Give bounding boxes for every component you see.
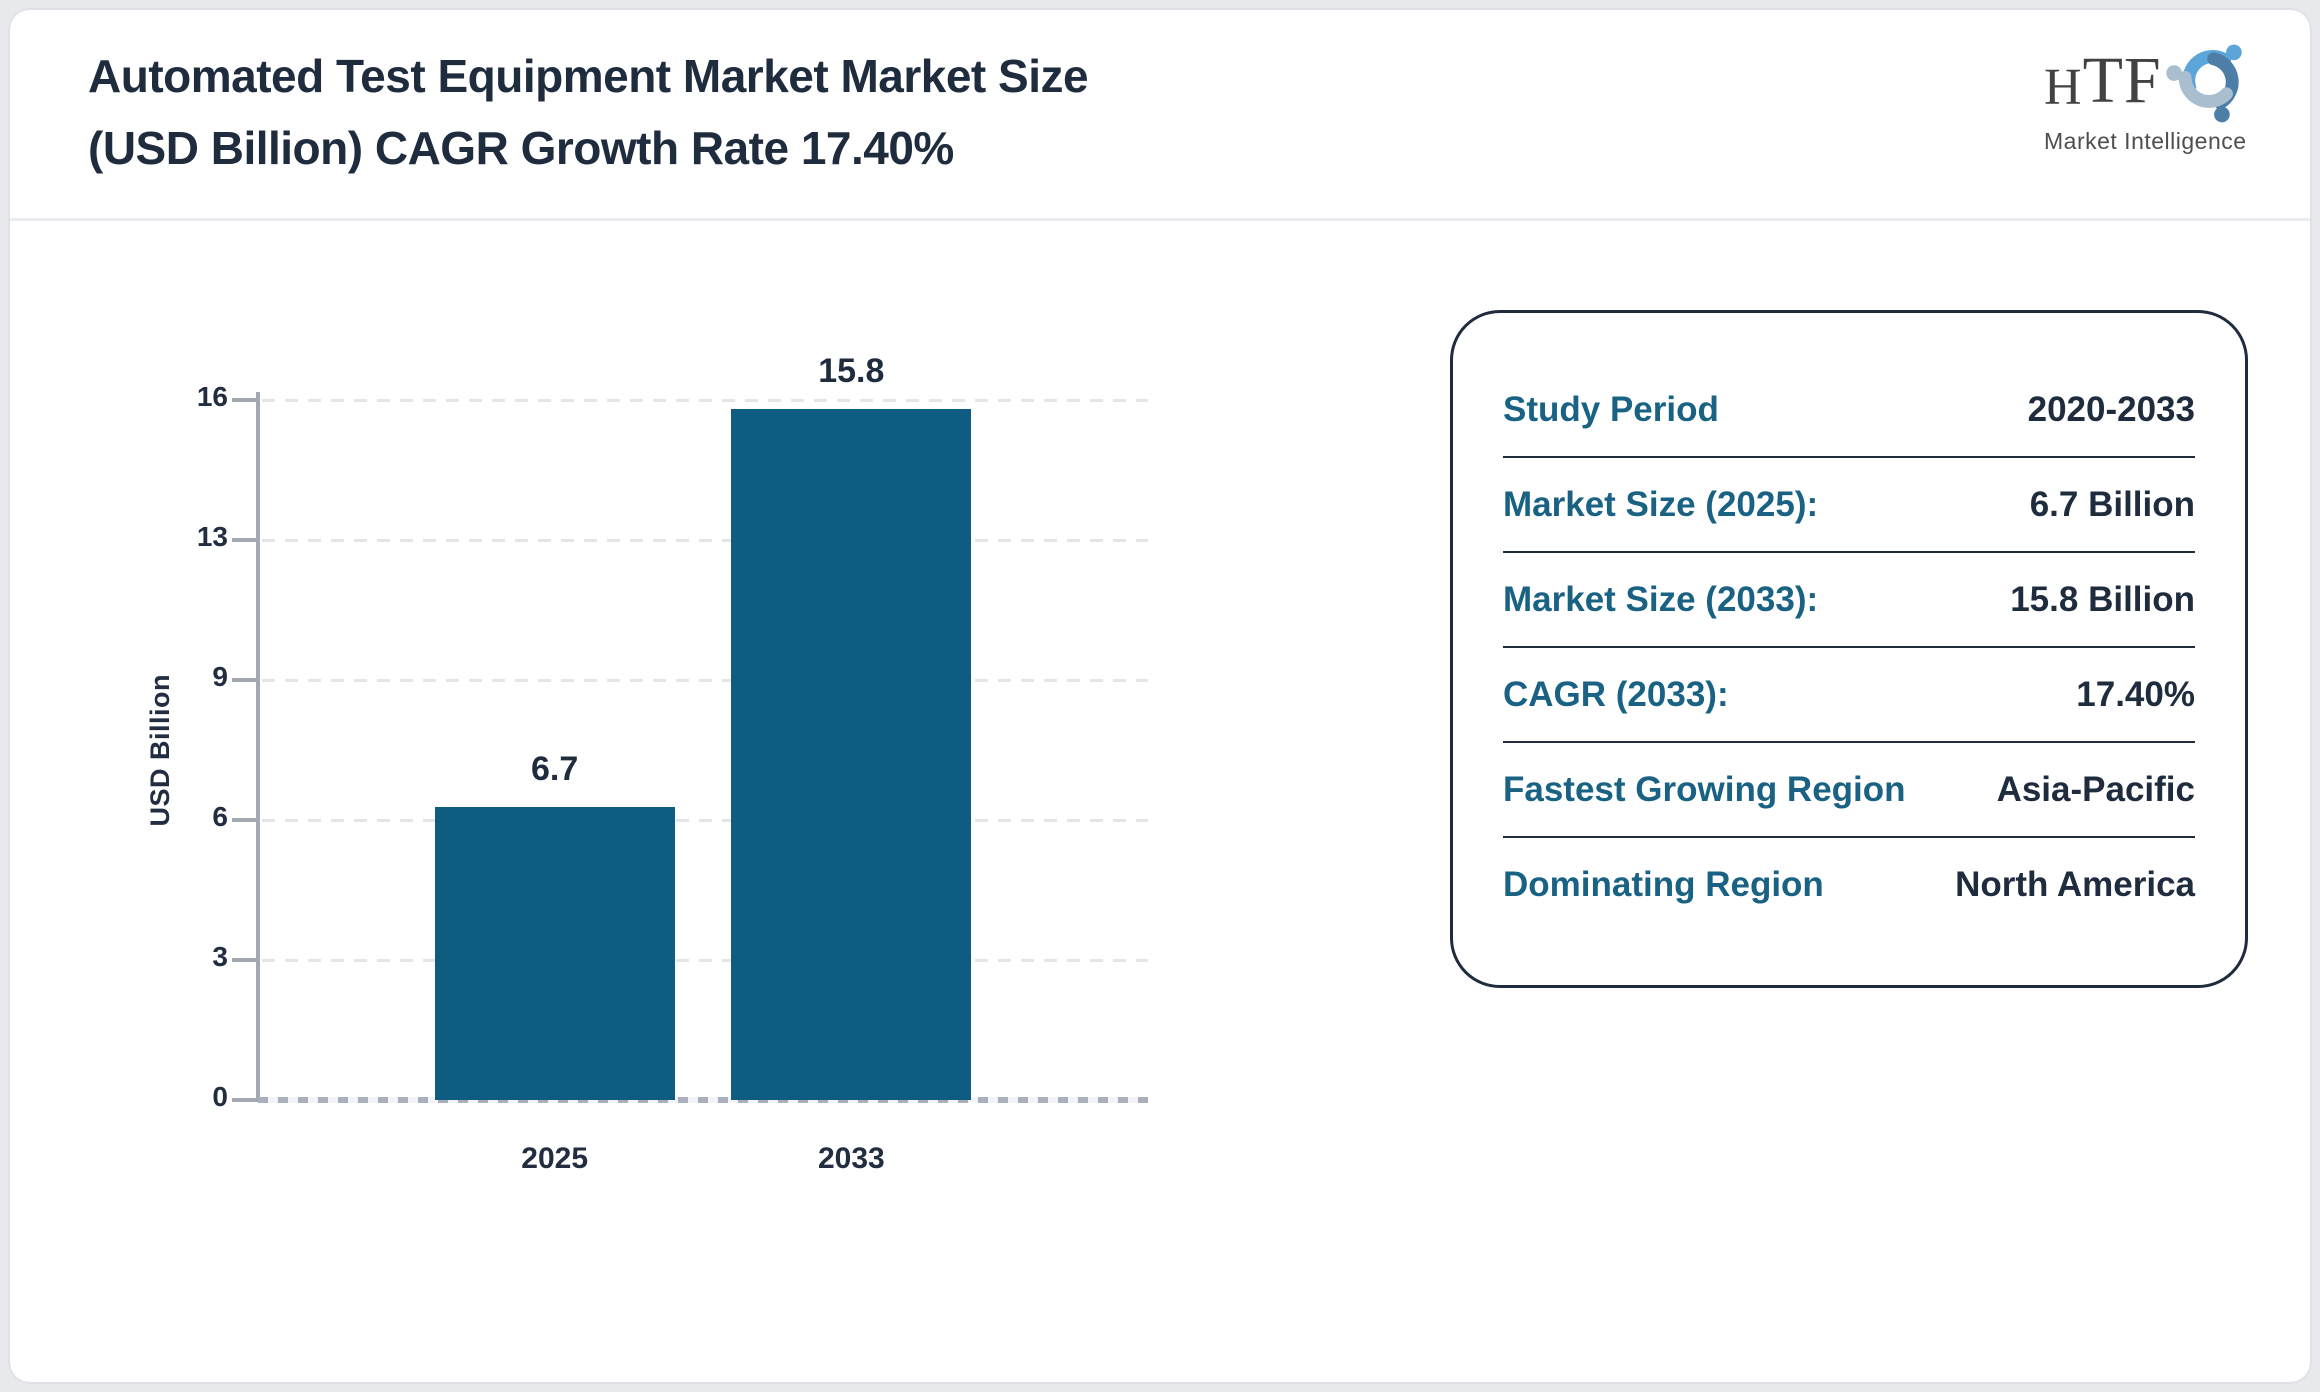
gridline [262,679,1148,682]
bar-value-label: 15.8 [721,352,981,391]
info-row-label: Fastest Growing Region [1503,770,1906,810]
htf-logo: HTF Market Intelligence [2044,34,2250,155]
info-row-value: 2020-2033 [2028,390,2195,430]
info-row-value: Asia-Pacific [1997,770,2195,810]
x-tick-label: 2033 [721,1142,981,1176]
info-row-value: North America [1955,865,2195,905]
info-row-label: Dominating Region [1503,865,1824,905]
info-row-6: Dominating Region North America [1503,838,2195,931]
info-row-1: Study Period 2020-2033 [1503,363,2195,458]
y-tick-mark [232,818,258,822]
y-tick-mark [232,678,258,682]
htf-logo-letters-tf: TF [2083,48,2162,114]
htf-logo-letter-h: H [2044,62,2083,114]
y-tick-label: 6 [156,801,228,833]
info-row-2: Market Size (2025): 6.7 Billion [1503,458,2195,553]
y-tick-mark [232,958,258,962]
bar-2025 [435,807,675,1100]
info-row-value: 15.8 Billion [2010,580,2195,620]
info-row-label: CAGR (2033): [1503,675,1729,715]
gridline [262,819,1148,822]
info-row-value: 6.7 Billion [2030,485,2195,525]
key-facts-panel: Study Period 2020-2033 Market Size (2025):… [1450,310,2248,988]
gridline [262,959,1148,962]
gridline [262,539,1148,542]
bar-value-label: 6.7 [425,750,685,789]
page-title-line1: Automated Test Equipment Market Market S… [88,40,1588,112]
info-row-label: Study Period [1503,390,1719,430]
htf-logo-text: HTF [2044,34,2162,114]
x-axis-baseline [258,1097,1148,1103]
info-row-4: CAGR (2033): 17.40% [1503,648,2195,743]
info-row-5: Fastest Growing Region Asia-Pacific [1503,743,2195,838]
info-row-value: 17.40% [2076,675,2195,715]
htf-swirl-icon [2164,34,2256,126]
page-title: Automated Test Equipment Market Market S… [88,40,1588,184]
y-tick-mark [232,538,258,542]
y-tick-label: 16 [156,381,228,413]
y-tick-mark [232,398,258,402]
info-row-3: Market Size (2033): 15.8 Billion [1503,553,2195,648]
y-tick-label: 13 [156,521,228,553]
header-divider [10,218,2310,221]
y-tick-label: 0 [156,1081,228,1113]
htf-logo-subtitle: Market Intelligence [2044,128,2250,155]
x-tick-label: 2025 [425,1142,685,1176]
page-title-line2: (USD Billion) CAGR Growth Rate 17.40% [88,112,1588,184]
bar-2033 [731,409,971,1100]
screenshot-root: Automated Test Equipment Market Market S… [0,0,2320,1392]
y-axis-line [256,392,260,1102]
bar-chart-plot-area: 036913166.7202515.82033 [258,400,1148,1100]
y-axis-title-box: USD Billion [128,400,192,1100]
y-tick-label: 3 [156,941,228,973]
gridline [262,399,1148,402]
htf-logo-row: HTF [2044,34,2250,126]
info-row-label: Market Size (2033): [1503,580,1818,620]
info-row-label: Market Size (2025): [1503,485,1818,525]
y-tick-label: 9 [156,661,228,693]
y-tick-mark [232,1098,258,1102]
